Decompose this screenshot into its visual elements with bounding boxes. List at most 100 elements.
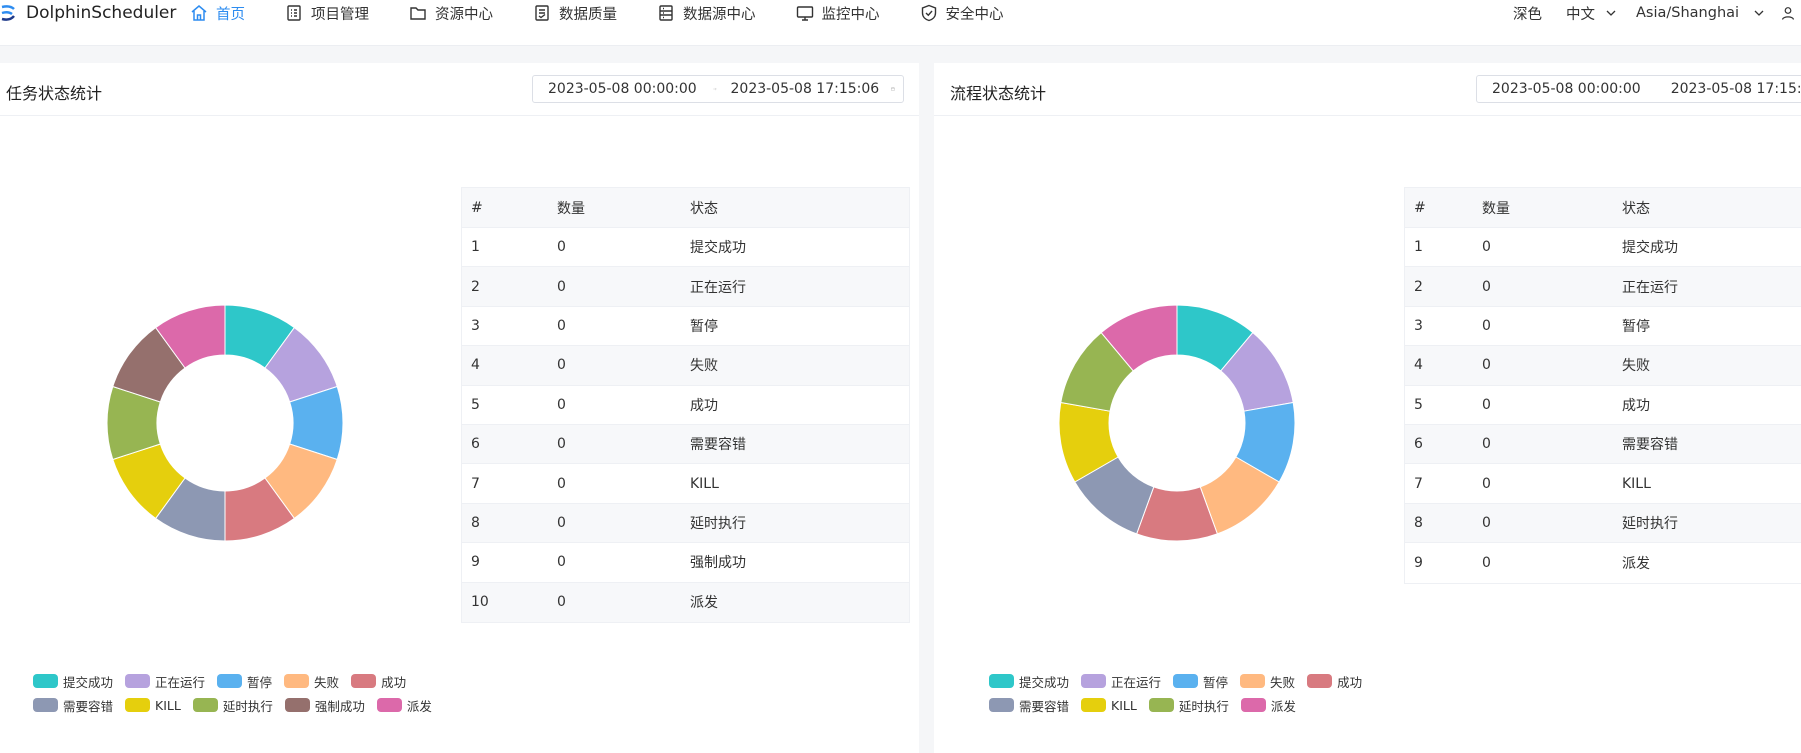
table-row: 6 0 需要容错 [462, 424, 909, 465]
legend-item[interactable]: 成功 [1307, 672, 1362, 691]
legend-item[interactable]: 派发 [376, 696, 432, 715]
cell-index: 8 [471, 514, 480, 531]
legend-label: 派发 [406, 698, 432, 714]
cell-count: 0 [557, 317, 566, 334]
legend-item[interactable]: KILL [1081, 698, 1137, 713]
table-row: 5 0 成功 [1405, 386, 1801, 425]
legend-item[interactable]: 正在运行 [1081, 672, 1161, 691]
table-row: 8 0 延时执行 [462, 503, 909, 544]
nav-resources[interactable]: 资源中心 [409, 0, 493, 26]
user-icon [1781, 7, 1795, 20]
shield-icon [921, 4, 936, 22]
date-start[interactable]: 2023-05-08 00:00:00 [1492, 81, 1641, 97]
main-nav: 首页 项目管理 资源中心 数据质量 数据源中心 监控中心 安全中心 [190, 0, 1044, 26]
language-select[interactable]: 中文 [1566, 3, 1617, 24]
folder-icon [410, 7, 426, 20]
legend-label: 成功 [381, 674, 407, 690]
legend-label: 失败 [1270, 674, 1296, 690]
legend-swatch [284, 674, 310, 688]
timezone-label: Asia/Shanghai [1636, 5, 1740, 21]
legend-swatch [125, 698, 151, 712]
col-header-count: 数量 [1482, 200, 1510, 217]
cell-index: 10 [471, 594, 489, 611]
process-status-panel: 流程状态统计 2023-05-08 00:00:00 2023-05-08 17… [934, 63, 1801, 753]
theme-label: 深色 [1513, 6, 1542, 23]
legend-item[interactable]: 延时执行 [192, 696, 273, 715]
cell-count: 0 [557, 239, 566, 256]
app-logo[interactable]: DolphinScheduler [0, 0, 176, 26]
table-row: 3 0 暂停 [462, 307, 909, 347]
cell-count: 0 [1482, 317, 1491, 334]
legend-swatch [217, 674, 243, 688]
legend-swatch [125, 674, 151, 688]
legend-label: KILL [155, 697, 181, 713]
legend-item[interactable]: 提交成功 [989, 672, 1069, 691]
calendar-icon[interactable] [891, 82, 895, 96]
date-start[interactable]: 2023-05-08 00:00:00 [548, 81, 697, 97]
legend-item[interactable]: 需要容错 [989, 696, 1069, 715]
nav-monitor[interactable]: 监控中心 [796, 0, 880, 26]
timezone-select[interactable]: Asia/Shanghai [1636, 5, 1765, 21]
legend-item[interactable]: 暂停 [217, 672, 272, 691]
process-chart-legend: 提交成功 正在运行 暂停 失败 成功需要容错 KILL 延时执行 派发 [989, 669, 1374, 717]
cell-count: 0 [557, 594, 566, 611]
task-status-table: # 数量 状态 1 0 提交成功 2 0 正在运行 3 0 暂停 4 0 失败 5 0 成功 6 0 需要容错 7 0… [461, 187, 910, 623]
date-end[interactable]: 2023-05-08 17:15:06 [731, 81, 880, 97]
legend-item[interactable]: 延时执行 [1148, 696, 1229, 715]
table-row: 1 0 提交成功 [1405, 228, 1801, 268]
legend-item[interactable]: KILL [125, 698, 181, 713]
table-header-row: # 数量 状态 [462, 188, 909, 228]
process-status-table: # 数量 状态 1 0 提交成功 2 0 正在运行 3 0 暂停 4 0 失败 5 0 成功 6 0 需要容错 7 0… [1404, 187, 1801, 584]
task-date-range-picker[interactable]: 2023-05-08 00:00:00 2023-05-08 17:15:06 [532, 75, 904, 103]
legend-label: 提交成功 [63, 674, 114, 690]
legend-swatch [33, 698, 58, 712]
top-navbar: DolphinScheduler 首页 项目管理 资源中心 数据质量 数据源中心… [0, 0, 1801, 46]
task-status-panel: 任务状态统计 2023-05-08 00:00:00 2023-05-08 17… [0, 63, 919, 753]
cell-index: 3 [1414, 317, 1423, 334]
nav-projects[interactable]: 项目管理 [285, 0, 369, 26]
cell-status: 成功 [1622, 397, 1650, 414]
legend-item[interactable]: 派发 [1240, 696, 1296, 715]
legend-item[interactable]: 正在运行 [125, 672, 205, 691]
col-header-index: # [471, 199, 483, 216]
process-status-donut-chart [1058, 304, 1296, 542]
legend-swatch [351, 674, 377, 688]
cell-count: 0 [557, 554, 566, 571]
cell-count: 0 [1482, 554, 1491, 571]
nav-datasource[interactable]: 数据源中心 [657, 0, 756, 26]
nav-security-label: 安全中心 [945, 6, 1004, 23]
process-date-range-picker[interactable]: 2023-05-08 00:00:00 2023-05-08 17:15:06 [1476, 75, 1801, 103]
theme-toggle[interactable]: 深色 [1513, 3, 1542, 24]
table-row: 7 0 KILL [462, 464, 909, 504]
legend-item[interactable]: 强制成功 [284, 696, 365, 715]
cell-status: 暂停 [690, 318, 718, 335]
app-logo-text: DolphinScheduler [26, 3, 177, 23]
cell-count: 0 [1482, 357, 1491, 374]
user-menu[interactable] [1781, 6, 1795, 20]
legend-item[interactable]: 成功 [351, 672, 406, 691]
date-end[interactable]: 2023-05-08 17:15:06 [1671, 81, 1801, 97]
cell-count: 0 [557, 436, 566, 453]
chevron-down-icon [1606, 10, 1616, 16]
nav-data-quality[interactable]: 数据质量 [533, 0, 617, 26]
legend-label: 延时执行 [222, 698, 273, 714]
legend-item[interactable]: 失败 [1240, 672, 1295, 691]
legend-swatch [989, 698, 1014, 712]
cell-status: 强制成功 [690, 555, 746, 572]
cell-count: 0 [1482, 475, 1491, 492]
table-row: 9 0 派发 [1405, 543, 1801, 582]
nav-security[interactable]: 安全中心 [920, 0, 1004, 26]
legend-item[interactable]: 提交成功 [33, 672, 113, 691]
legend-row: 提交成功 正在运行 暂停 失败 成功 [33, 669, 444, 693]
legend-label: KILL [1111, 697, 1137, 713]
cell-index: 7 [471, 475, 480, 492]
legend-swatch [989, 674, 1014, 688]
cell-index: 9 [1414, 554, 1423, 571]
legend-item[interactable]: 暂停 [1173, 672, 1228, 691]
legend-swatch [1148, 698, 1174, 712]
legend-item[interactable]: 需要容错 [33, 696, 113, 715]
cell-index: 7 [1414, 475, 1423, 492]
legend-item[interactable]: 失败 [284, 672, 339, 691]
legend-swatch [376, 698, 402, 712]
nav-home[interactable]: 首页 [190, 0, 245, 26]
